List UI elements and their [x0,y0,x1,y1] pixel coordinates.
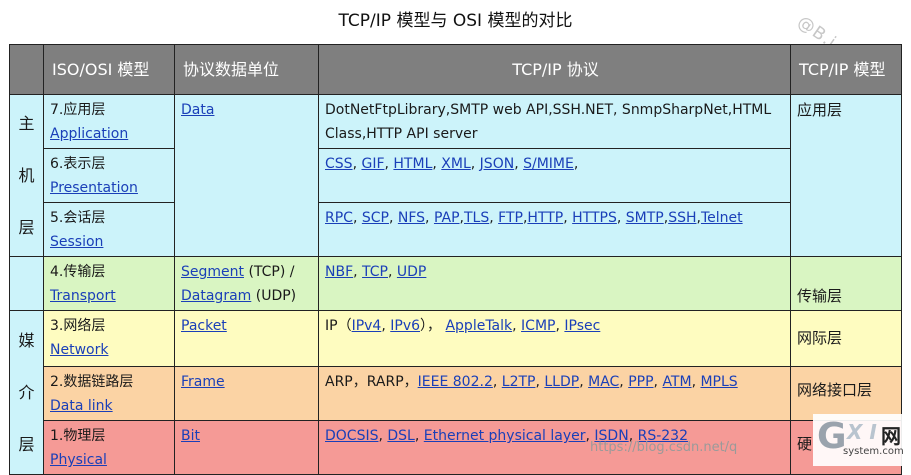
row-presentation: 6.表示层 Presentation CSS, GIF, HTML, XML, … [9,148,902,203]
url-watermark: https://blog.csdn.net/q [590,440,738,455]
group-host-tail [9,256,44,311]
row-transport: 4.传输层 Transport Segment (TCP) / Datagram… [9,256,902,311]
link-smtp[interactable]: SMTP [626,210,664,226]
protocols-presentation: CSS, GIF, HTML, XML, JSON, S/MIME, [318,148,791,203]
link-pap[interactable]: PAP [434,210,460,226]
logo-wang: 网 [881,424,901,448]
link-scp[interactable]: SCP [362,210,389,226]
tcpip-internet: 网际层 [790,310,902,367]
logo-site: system.com [843,446,904,457]
link-json[interactable]: JSON [480,156,515,172]
header-corner [9,44,44,95]
osi-network: 3.网络层 Network [43,310,175,367]
link-rpc[interactable]: RPC [325,210,353,226]
row-session: 5.会话层 Session RPC, SCP, NFS, PAP,TLS, FT… [9,202,902,257]
layer-number: 7.应用层 [50,102,106,118]
link-ftp[interactable]: FTP [498,210,523,226]
osi-application: 7.应用层 Application [43,94,175,149]
tcpip-transport: 传输层 [790,256,902,311]
link-docsis[interactable]: DOCSIS [325,428,378,444]
link-nfs[interactable]: NFS [398,210,425,226]
link-application[interactable]: Application [50,126,128,142]
link-bit[interactable]: Bit [181,428,200,444]
link-icmp[interactable]: ICMP [521,318,555,334]
row-physical: 1.物理层 Physical Bit DOCSIS, DSL, Ethernet… [9,420,902,475]
link-dsl[interactable]: DSL [387,428,414,444]
link-tcp[interactable]: TCP [362,264,388,280]
header-row: ISO/OSI 模型 协议数据单位 TCP/IP 协议 TCP/IP 模型 [9,44,902,95]
page-title: TCP/IP 模型与 OSI 模型的对比 [338,11,573,31]
group-host: 主机层 [9,94,44,257]
pdu-data: Data [174,94,319,257]
header-tcpip-model: TCP/IP 模型 [790,44,902,95]
link-ipv4[interactable]: IPv4 [352,318,382,334]
link-http[interactable]: HTTP [527,210,563,226]
protocols-session: RPC, SCP, NFS, PAP,TLS, FTP,HTTP, HTTPS,… [318,202,791,257]
row-application: 主机层 7.应用层 Application Data DotNetFtpLibr… [9,94,902,257]
site-logo: G X I 网 system.com [813,414,911,466]
link-ethernet-physical[interactable]: Ethernet physical layer [424,428,586,444]
row-network: 媒介层 3.网络层 Network Packet IP（IPv4, IPv6），… [9,310,902,475]
link-smime[interactable]: S/MIME [523,156,574,172]
osi-presentation: 6.表示层 Presentation [43,148,175,203]
header-pdu: 协议数据单位 [174,44,319,95]
osi-datalink: 2.数据链路层 Data link [43,366,175,421]
pdu-bit: Bit [174,420,319,475]
link-telnet[interactable]: Telnet [701,210,743,226]
header-osi: ISO/OSI 模型 [43,44,175,95]
link-html[interactable]: HTML [393,156,432,172]
link-ipv6[interactable]: IPv6 [390,318,420,334]
link-ieee8022[interactable]: IEEE 802.2 [418,374,493,390]
link-segment[interactable]: Segment [181,264,244,280]
link-atm[interactable]: ATM [662,374,691,390]
protocols-datalink: ARP，RARP，IEEE 802.2, L2TP, LLDP, MAC, PP… [318,366,791,421]
link-frame[interactable]: Frame [181,374,225,390]
link-lldp[interactable]: LLDP [544,374,579,390]
link-ppp[interactable]: PPP [628,374,653,390]
protocols-transport: NBF, TCP, UDP [318,256,791,311]
link-network[interactable]: Network [50,342,108,358]
pdu-frame: Frame [174,366,319,421]
link-udp[interactable]: UDP [397,264,426,280]
group-media: 媒介层 [9,310,44,475]
comparison-table: ISO/OSI 模型 协议数据单位 TCP/IP 协议 TCP/IP 模型 主机… [9,44,902,475]
link-tls[interactable]: TLS [464,210,489,226]
link-ipsec[interactable]: IPsec [564,318,600,334]
link-css[interactable]: CSS [325,156,353,172]
link-datagram[interactable]: Datagram [181,288,251,304]
protocols-application: DotNetFtpLibrary,SMTP web API,SSH.NET, S… [318,94,791,149]
link-presentation[interactable]: Presentation [50,180,138,196]
link-l2tp[interactable]: L2TP [502,374,536,390]
link-nbf[interactable]: NBF [325,264,353,280]
tcpip-link: 网络接口层 [790,366,902,421]
osi-session: 5.会话层 Session [43,202,175,257]
link-xml[interactable]: XML [441,156,470,172]
osi-physical: 1.物理层 Physical [43,420,175,475]
logo-xi: X I [847,420,877,444]
link-datalink[interactable]: Data link [50,398,113,414]
header-tcpip-protocols: TCP/IP 协议 [318,44,791,95]
pdu-segment: Segment (TCP) / Datagram (UDP) [174,256,319,311]
link-mpls[interactable]: MPLS [700,374,737,390]
link-appletalk[interactable]: AppleTalk [445,318,512,334]
osi-transport: 4.传输层 Transport [43,256,175,311]
link-gif[interactable]: GIF [361,156,384,172]
link-mac[interactable]: MAC [588,374,619,390]
row-datalink: 2.数据链路层 Data link Frame ARP，RARP，IEEE 80… [9,366,902,421]
pdu-packet: Packet [174,310,319,367]
protocols-network: IP（IPv4, IPv6）， AppleTalk, ICMP, IPsec [318,310,791,367]
link-data[interactable]: Data [181,102,214,118]
link-ssh[interactable]: SSH [668,210,696,226]
link-transport[interactable]: Transport [50,288,116,304]
link-packet[interactable]: Packet [181,318,227,334]
link-session[interactable]: Session [50,234,103,250]
link-https[interactable]: HTTPS [572,210,617,226]
tcpip-application: 应用层 [790,94,902,257]
